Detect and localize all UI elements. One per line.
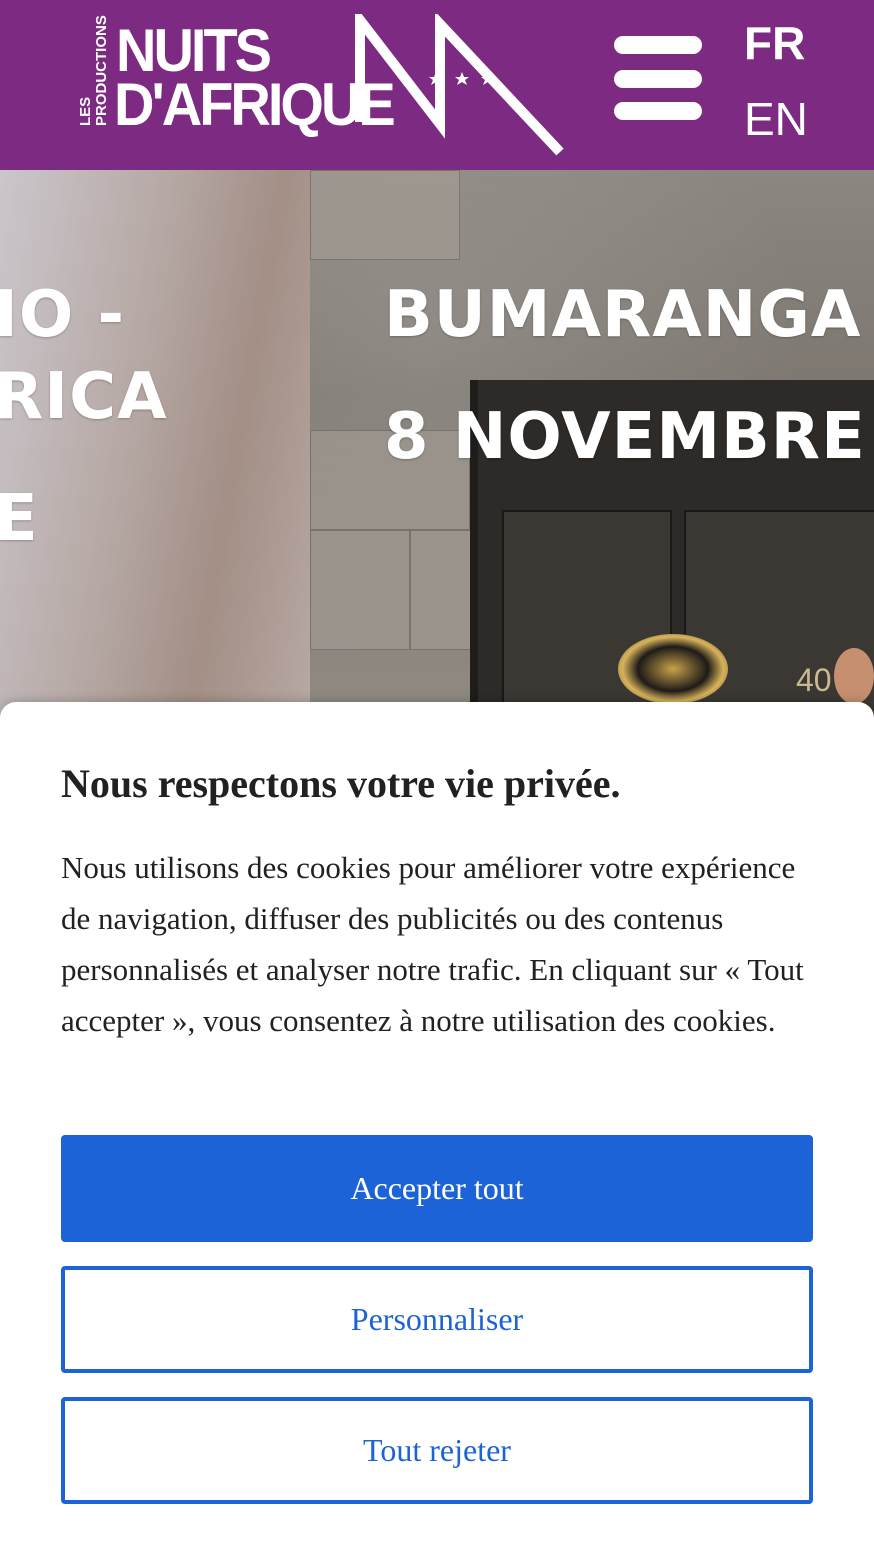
door-number: 40 (796, 662, 832, 698)
hamburger-bar (614, 102, 702, 120)
hero-slide-left[interactable] (0, 170, 310, 730)
site-header: LES PRODUCTIONS NUITS D'AFRIQUE FR EN (0, 0, 874, 170)
hamburger-menu-icon[interactable] (614, 36, 704, 122)
customize-button[interactable]: Personnaliser (61, 1266, 813, 1373)
logo-small-line2: PRODUCTIONS (93, 15, 110, 126)
hero-left-title-line3: E (0, 482, 39, 556)
logo-mark-icon (355, 14, 564, 156)
stone-wall-block (310, 530, 410, 650)
hero-carousel[interactable]: 40 IO - RICA E BUMARANGA 8 NOVEMBRE (0, 170, 874, 730)
cookie-banner-description: Nous utilisons des cookies pour améliore… (61, 850, 804, 1038)
logo-small-line1: LES (77, 96, 94, 126)
hamburger-bar (614, 70, 702, 88)
stone-wall-block (310, 170, 460, 260)
hero-left-title-line1: IO - (0, 278, 126, 352)
hero-right-title-line1: BUMARANGA (384, 278, 862, 352)
accept-all-button[interactable]: Accepter tout (61, 1135, 813, 1242)
hamburger-bar (614, 36, 702, 54)
hero-left-title-line2: RICA (0, 360, 168, 434)
stone-wall-block (410, 530, 472, 650)
hero-right-title-line2: 8 NOVEMBRE (384, 400, 866, 474)
logo-productions-label: LES PRODUCTIONS (76, 15, 116, 126)
sombrero-hat-image (618, 634, 728, 704)
person-face-image (834, 648, 874, 704)
language-fr-link[interactable]: FR (744, 20, 814, 66)
cookie-consent-banner: Nous respectons votre vie privée. Nous u… (0, 702, 874, 1555)
logo-line2: D'AFRIQUE (114, 69, 396, 138)
language-en-link[interactable]: EN (744, 96, 814, 142)
cookie-banner-title: Nous respectons votre vie privée. (61, 761, 621, 806)
reject-all-button[interactable]: Tout rejeter (61, 1397, 813, 1504)
